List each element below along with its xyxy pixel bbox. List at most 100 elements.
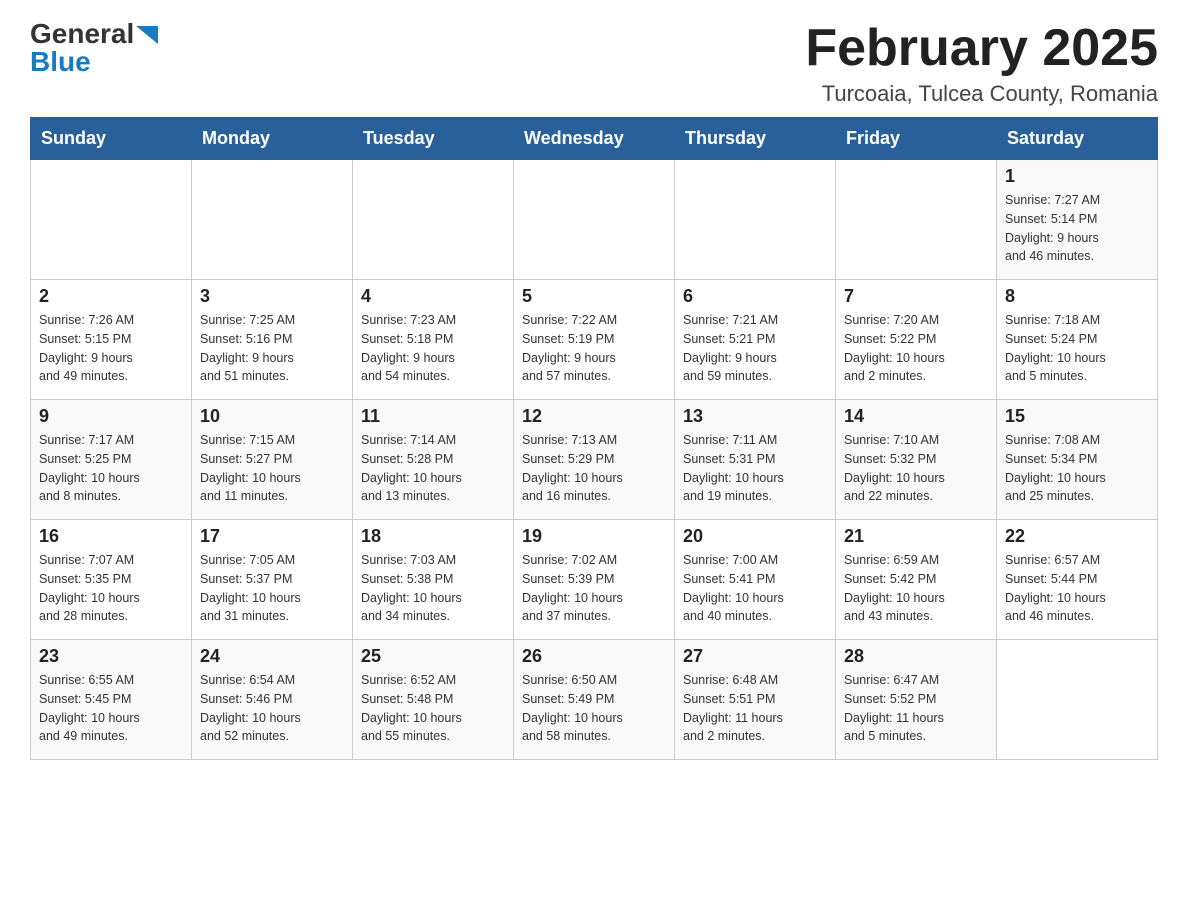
day-number: 4 <box>361 286 505 307</box>
day-number: 11 <box>361 406 505 427</box>
day-info: Sunrise: 7:17 AM Sunset: 5:25 PM Dayligh… <box>39 431 183 506</box>
calendar-cell: 19Sunrise: 7:02 AM Sunset: 5:39 PM Dayli… <box>514 520 675 640</box>
day-info: Sunrise: 7:02 AM Sunset: 5:39 PM Dayligh… <box>522 551 666 626</box>
day-info: Sunrise: 7:05 AM Sunset: 5:37 PM Dayligh… <box>200 551 344 626</box>
month-title: February 2025 <box>805 20 1158 77</box>
logo-arrow-icon <box>136 26 158 44</box>
day-info: Sunrise: 6:50 AM Sunset: 5:49 PM Dayligh… <box>522 671 666 746</box>
calendar-cell <box>192 160 353 280</box>
day-info: Sunrise: 7:10 AM Sunset: 5:32 PM Dayligh… <box>844 431 988 506</box>
day-info: Sunrise: 6:48 AM Sunset: 5:51 PM Dayligh… <box>683 671 827 746</box>
day-info: Sunrise: 7:25 AM Sunset: 5:16 PM Dayligh… <box>200 311 344 386</box>
day-number: 21 <box>844 526 988 547</box>
week-row-3: 9 Sunrise: 7:17 AM Sunset: 5:25 PM Daylig… <box>31 400 1158 520</box>
location-title: Turcoaia, Tulcea County, Romania <box>805 81 1158 107</box>
day-number: 23 <box>39 646 183 667</box>
calendar-cell: 5 Sunrise: 7:22 AM Sunset: 5:19 PM Daylig… <box>514 280 675 400</box>
day-info: Sunrise: 7:03 AM Sunset: 5:38 PM Dayligh… <box>361 551 505 626</box>
weekday-header-friday: Friday <box>836 118 997 160</box>
calendar-cell: 9 Sunrise: 7:17 AM Sunset: 5:25 PM Daylig… <box>31 400 192 520</box>
day-number: 14 <box>844 406 988 427</box>
calendar-cell: 20Sunrise: 7:00 AM Sunset: 5:41 PM Dayli… <box>675 520 836 640</box>
day-info: Sunrise: 7:11 AM Sunset: 5:31 PM Dayligh… <box>683 431 827 506</box>
calendar-cell: 1 Sunrise: 7:27 AM Sunset: 5:14 PM Daylig… <box>997 160 1158 280</box>
day-info: Sunrise: 6:47 AM Sunset: 5:52 PM Dayligh… <box>844 671 988 746</box>
day-info: Sunrise: 6:52 AM Sunset: 5:48 PM Dayligh… <box>361 671 505 746</box>
day-number: 22 <box>1005 526 1149 547</box>
calendar-cell: 24Sunrise: 6:54 AM Sunset: 5:46 PM Dayli… <box>192 640 353 760</box>
calendar-cell: 16 Sunrise: 7:07 AM Sunset: 5:35 PM Dayli… <box>31 520 192 640</box>
day-number: 10 <box>200 406 344 427</box>
day-number: 6 <box>683 286 827 307</box>
calendar-cell <box>997 640 1158 760</box>
calendar-cell: 28Sunrise: 6:47 AM Sunset: 5:52 PM Dayli… <box>836 640 997 760</box>
calendar-cell <box>836 160 997 280</box>
day-info: Sunrise: 7:15 AM Sunset: 5:27 PM Dayligh… <box>200 431 344 506</box>
day-number: 13 <box>683 406 827 427</box>
calendar-cell: 26 Sunrise: 6:50 AM Sunset: 5:49 PM Dayli… <box>514 640 675 760</box>
week-row-4: 16 Sunrise: 7:07 AM Sunset: 5:35 PM Dayli… <box>31 520 1158 640</box>
calendar-cell <box>31 160 192 280</box>
week-row-5: 23 Sunrise: 6:55 AM Sunset: 5:45 PM Dayli… <box>31 640 1158 760</box>
calendar-cell: 3 Sunrise: 7:25 AM Sunset: 5:16 PM Daylig… <box>192 280 353 400</box>
day-info: Sunrise: 7:26 AM Sunset: 5:15 PM Dayligh… <box>39 311 183 386</box>
day-info: Sunrise: 7:08 AM Sunset: 5:34 PM Dayligh… <box>1005 431 1149 506</box>
calendar-table: SundayMondayTuesdayWednesdayThursdayFrid… <box>30 117 1158 760</box>
logo-blue: Blue <box>30 48 91 76</box>
calendar-cell: 23 Sunrise: 6:55 AM Sunset: 5:45 PM Dayli… <box>31 640 192 760</box>
day-info: Sunrise: 7:22 AM Sunset: 5:19 PM Dayligh… <box>522 311 666 386</box>
weekday-header-tuesday: Tuesday <box>353 118 514 160</box>
day-info: Sunrise: 7:07 AM Sunset: 5:35 PM Dayligh… <box>39 551 183 626</box>
calendar-cell <box>514 160 675 280</box>
day-number: 2 <box>39 286 183 307</box>
calendar-cell: 7 Sunrise: 7:20 AM Sunset: 5:22 PM Daylig… <box>836 280 997 400</box>
day-number: 1 <box>1005 166 1149 187</box>
calendar-cell: 15 Sunrise: 7:08 AM Sunset: 5:34 PM Dayli… <box>997 400 1158 520</box>
day-number: 7 <box>844 286 988 307</box>
calendar-cell: 6 Sunrise: 7:21 AM Sunset: 5:21 PM Daylig… <box>675 280 836 400</box>
calendar-cell: 8 Sunrise: 7:18 AM Sunset: 5:24 PM Daylig… <box>997 280 1158 400</box>
day-info: Sunrise: 7:00 AM Sunset: 5:41 PM Dayligh… <box>683 551 827 626</box>
day-number: 9 <box>39 406 183 427</box>
day-info: Sunrise: 7:23 AM Sunset: 5:18 PM Dayligh… <box>361 311 505 386</box>
calendar-cell: 13 Sunrise: 7:11 AM Sunset: 5:31 PM Dayli… <box>675 400 836 520</box>
calendar-cell: 27 Sunrise: 6:48 AM Sunset: 5:51 PM Dayli… <box>675 640 836 760</box>
day-info: Sunrise: 7:13 AM Sunset: 5:29 PM Dayligh… <box>522 431 666 506</box>
day-number: 3 <box>200 286 344 307</box>
day-number: 8 <box>1005 286 1149 307</box>
day-info: Sunrise: 7:27 AM Sunset: 5:14 PM Dayligh… <box>1005 191 1149 266</box>
day-info: Sunrise: 6:55 AM Sunset: 5:45 PM Dayligh… <box>39 671 183 746</box>
day-number: 15 <box>1005 406 1149 427</box>
day-number: 18 <box>361 526 505 547</box>
calendar-cell: 18 Sunrise: 7:03 AM Sunset: 5:38 PM Dayli… <box>353 520 514 640</box>
calendar-cell: 14 Sunrise: 7:10 AM Sunset: 5:32 PM Dayli… <box>836 400 997 520</box>
weekday-header-row: SundayMondayTuesdayWednesdayThursdayFrid… <box>31 118 1158 160</box>
calendar-cell: 25Sunrise: 6:52 AM Sunset: 5:48 PM Dayli… <box>353 640 514 760</box>
day-number: 24 <box>200 646 344 667</box>
calendar-cell: 22 Sunrise: 6:57 AM Sunset: 5:44 PM Dayli… <box>997 520 1158 640</box>
day-number: 16 <box>39 526 183 547</box>
calendar-cell: 12 Sunrise: 7:13 AM Sunset: 5:29 PM Dayli… <box>514 400 675 520</box>
day-number: 5 <box>522 286 666 307</box>
day-number: 26 <box>522 646 666 667</box>
week-row-2: 2 Sunrise: 7:26 AM Sunset: 5:15 PM Daylig… <box>31 280 1158 400</box>
calendar-cell: 11 Sunrise: 7:14 AM Sunset: 5:28 PM Dayli… <box>353 400 514 520</box>
title-section: February 2025 Turcoaia, Tulcea County, R… <box>805 20 1158 107</box>
calendar-cell: 4 Sunrise: 7:23 AM Sunset: 5:18 PM Daylig… <box>353 280 514 400</box>
logo: General Blue <box>30 20 158 76</box>
day-info: Sunrise: 7:14 AM Sunset: 5:28 PM Dayligh… <box>361 431 505 506</box>
day-info: Sunrise: 6:57 AM Sunset: 5:44 PM Dayligh… <box>1005 551 1149 626</box>
calendar-cell: 2 Sunrise: 7:26 AM Sunset: 5:15 PM Daylig… <box>31 280 192 400</box>
weekday-header-saturday: Saturday <box>997 118 1158 160</box>
day-info: Sunrise: 7:21 AM Sunset: 5:21 PM Dayligh… <box>683 311 827 386</box>
weekday-header-wednesday: Wednesday <box>514 118 675 160</box>
day-number: 12 <box>522 406 666 427</box>
day-info: Sunrise: 7:18 AM Sunset: 5:24 PM Dayligh… <box>1005 311 1149 386</box>
calendar-cell: 21Sunrise: 6:59 AM Sunset: 5:42 PM Dayli… <box>836 520 997 640</box>
day-number: 27 <box>683 646 827 667</box>
weekday-header-sunday: Sunday <box>31 118 192 160</box>
calendar-cell: 17Sunrise: 7:05 AM Sunset: 5:37 PM Dayli… <box>192 520 353 640</box>
calendar-cell: 10 Sunrise: 7:15 AM Sunset: 5:27 PM Dayli… <box>192 400 353 520</box>
day-info: Sunrise: 7:20 AM Sunset: 5:22 PM Dayligh… <box>844 311 988 386</box>
calendar-cell <box>675 160 836 280</box>
